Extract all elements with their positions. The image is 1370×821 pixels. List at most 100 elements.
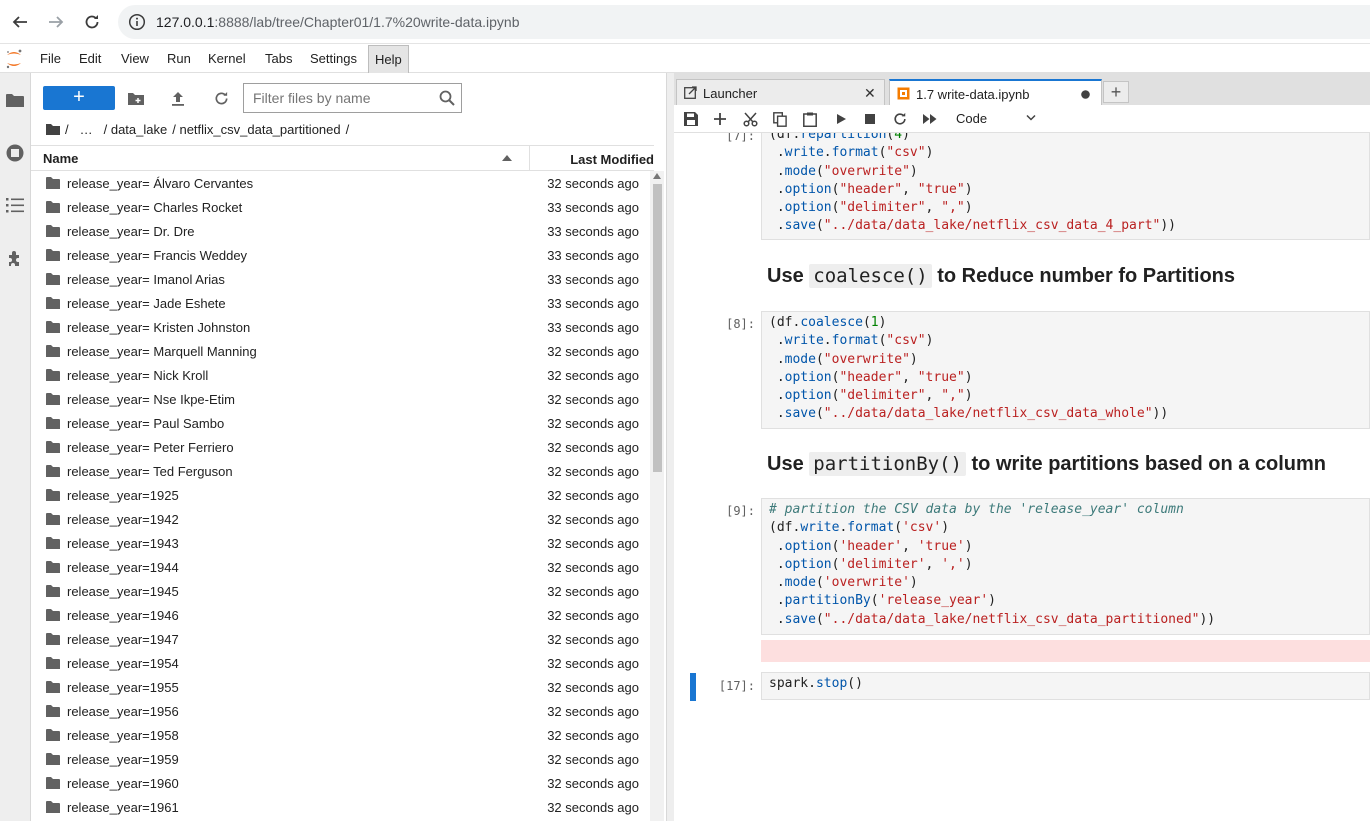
- file-list-item[interactable]: release_year=1961 32 seconds ago: [31, 795, 651, 819]
- menu-edit[interactable]: Edit: [73, 45, 107, 73]
- file-list-item[interactable]: release_year= Nick Kroll 32 seconds ago: [31, 363, 651, 387]
- file-list-item[interactable]: release_year=1946 32 seconds ago: [31, 603, 651, 627]
- file-modified: 32 seconds ago: [547, 368, 639, 383]
- code-cell-17[interactable]: spark.stop(): [761, 672, 1370, 700]
- breadcrumb-data-lake[interactable]: / data_lake: [104, 122, 168, 137]
- file-list-item[interactable]: release_year= Ted Ferguson 32 seconds ago: [31, 459, 651, 483]
- chevron-down-icon[interactable]: [1026, 114, 1036, 122]
- paste-clipboard-icon[interactable]: [801, 110, 819, 128]
- table-of-contents-icon[interactable]: [5, 195, 25, 215]
- code-cell-9[interactable]: # partition the CSV data by the 'release…: [761, 498, 1370, 635]
- file-list-item[interactable]: release_year=1943 32 seconds ago: [31, 531, 651, 555]
- folder-icon[interactable]: [5, 90, 25, 110]
- panel-splitter[interactable]: [666, 73, 674, 821]
- file-list-item[interactable]: release_year= Nse Ikpe-Etim 32 seconds ag…: [31, 387, 651, 411]
- cell-type-dropdown[interactable]: Code: [956, 111, 987, 126]
- search-icon[interactable]: [439, 90, 455, 106]
- reload-icon[interactable]: [80, 10, 104, 34]
- folder-icon: [46, 321, 60, 333]
- file-list-item[interactable]: release_year= Charles Rocket 33 seconds a…: [31, 195, 651, 219]
- folder-icon: [46, 297, 60, 309]
- jupyter-logo-icon: [6, 49, 22, 69]
- column-header-name[interactable]: Name: [43, 151, 78, 166]
- file-list-item[interactable]: release_year=1945 32 seconds ago: [31, 579, 651, 603]
- file-list-item[interactable]: release_year= Paul Sambo 32 seconds ago: [31, 411, 651, 435]
- column-header-last-modified[interactable]: Last Modified: [570, 152, 654, 167]
- file-modified: 33 seconds ago: [547, 320, 639, 335]
- menu-view[interactable]: View: [115, 45, 155, 73]
- code-line: .partitionBy('release_year'): [769, 593, 996, 609]
- file-list-item[interactable]: release_year= Jade Eshete 33 seconds ago: [31, 291, 651, 315]
- new-folder-icon[interactable]: [127, 89, 145, 107]
- unsaved-dot-icon[interactable]: [1081, 90, 1090, 99]
- interrupt-stop-icon[interactable]: [861, 110, 879, 128]
- file-list-item[interactable]: release_year= Dr. Dre 33 seconds ago: [31, 219, 651, 243]
- folder-icon: [46, 681, 60, 693]
- menu-settings[interactable]: Settings: [304, 45, 363, 73]
- add-tab-button[interactable]: +: [1103, 81, 1129, 103]
- insert-cell-plus-icon[interactable]: [711, 110, 729, 128]
- extensions-puzzle-icon[interactable]: [5, 249, 25, 269]
- tab-notebook[interactable]: 1.7 write-data.ipynb: [889, 79, 1102, 105]
- code-cell-8[interactable]: (df.coalesce(1) .write.format("csv") .mo…: [761, 311, 1370, 429]
- refresh-icon[interactable]: [212, 89, 230, 107]
- markdown-heading-partitionby[interactable]: Use partitionBy() to write partitions ba…: [767, 452, 1326, 476]
- forward-arrow-icon[interactable]: [44, 10, 68, 34]
- file-list-item[interactable]: release_year=1956 32 seconds ago: [31, 699, 651, 723]
- file-list-item[interactable]: release_year=1960 32 seconds ago: [31, 771, 651, 795]
- file-list-scrollbar[interactable]: [650, 171, 664, 821]
- file-list-item[interactable]: release_year=1942 32 seconds ago: [31, 507, 651, 531]
- close-icon[interactable]: ✕: [864, 85, 876, 101]
- folder-icon: [46, 441, 60, 453]
- file-list-item[interactable]: release_year=1947 32 seconds ago: [31, 627, 651, 651]
- restart-kernel-icon[interactable]: [891, 110, 909, 128]
- breadcrumb-root[interactable]: /: [65, 122, 69, 137]
- sort-ascending-icon[interactable]: [502, 154, 512, 162]
- run-cell-play-icon[interactable]: [832, 110, 850, 128]
- save-icon[interactable]: [682, 110, 700, 128]
- new-launcher-button[interactable]: +: [43, 86, 115, 110]
- file-list-item[interactable]: release_year=1955 32 seconds ago: [31, 675, 651, 699]
- running-kernels-icon[interactable]: [5, 143, 25, 163]
- menu-run[interactable]: Run: [161, 45, 197, 73]
- file-list-item[interactable]: release_year= Kristen Johnston 33 seconds…: [31, 315, 651, 339]
- restart-run-all-fast-forward-icon[interactable]: [921, 110, 939, 128]
- cut-scissors-icon[interactable]: [741, 110, 759, 128]
- file-list-item[interactable]: release_year= Francis Weddey 33 seconds a…: [31, 243, 651, 267]
- code-cell-7[interactable]: (df.repartition(4) .write.format("csv") …: [761, 133, 1370, 240]
- file-list-item[interactable]: release_year= Marquell Manning 32 seconds…: [31, 339, 651, 363]
- upload-icon[interactable]: [169, 89, 187, 107]
- file-list-item[interactable]: release_year=1959 32 seconds ago: [31, 747, 651, 771]
- scrollbar-thumb[interactable]: [653, 184, 662, 472]
- menu-file[interactable]: File: [34, 45, 67, 73]
- url-text[interactable]: 127.0.0.1:8888/lab/tree/Chapter01/1.7%20…: [156, 14, 519, 30]
- breadcrumb-home-folder-icon[interactable]: [46, 123, 60, 135]
- menu-help[interactable]: Help: [368, 45, 409, 73]
- copy-icon[interactable]: [771, 110, 789, 128]
- file-modified: 33 seconds ago: [547, 224, 639, 239]
- address-bar[interactable]: 127.0.0.1:8888/lab/tree/Chapter01/1.7%20…: [118, 5, 1370, 39]
- breadcrumb-ellipsis[interactable]: …: [80, 122, 93, 137]
- back-arrow-icon[interactable]: [8, 10, 32, 34]
- markdown-heading-coalesce[interactable]: Use coalesce() to Reduce number fo Parti…: [767, 264, 1235, 288]
- notebook-cells: [7]: (df.repartition(4) .write.format("c…: [674, 133, 1370, 821]
- menu-kernel[interactable]: Kernel: [202, 45, 252, 73]
- file-list-item[interactable]: release_year=1954 32 seconds ago: [31, 651, 651, 675]
- file-list-item[interactable]: release_year= Álvaro Cervantes 32 seconds…: [31, 171, 651, 195]
- menu-tabs[interactable]: Tabs: [259, 45, 298, 73]
- scroll-up-arrow-icon[interactable]: [653, 173, 661, 179]
- info-icon[interactable]: [128, 13, 146, 31]
- left-activity-bar: [0, 73, 31, 821]
- main-dock-area: Launcher ✕ 1.7 write-data.ipynb + Code […: [674, 73, 1370, 821]
- filter-files-input[interactable]: [244, 84, 429, 112]
- file-list: release_year= Álvaro Cervantes 32 seconds…: [31, 171, 651, 821]
- file-list-item[interactable]: release_year= Peter Ferriero 32 seconds a…: [31, 435, 651, 459]
- file-list-item[interactable]: release_year=1958 32 seconds ago: [31, 723, 651, 747]
- heading-text: to Reduce number fo Partitions: [931, 265, 1235, 287]
- file-list-item[interactable]: release_year=1925 32 seconds ago: [31, 483, 651, 507]
- file-list-item[interactable]: release_year= Imanol Arias 33 seconds ago: [31, 267, 651, 291]
- tab-launcher[interactable]: Launcher ✕: [676, 79, 885, 105]
- breadcrumb-current-folder[interactable]: / netflix_csv_data_partitioned: [172, 122, 340, 137]
- column-divider[interactable]: [529, 146, 530, 170]
- file-list-item[interactable]: release_year=1944 32 seconds ago: [31, 555, 651, 579]
